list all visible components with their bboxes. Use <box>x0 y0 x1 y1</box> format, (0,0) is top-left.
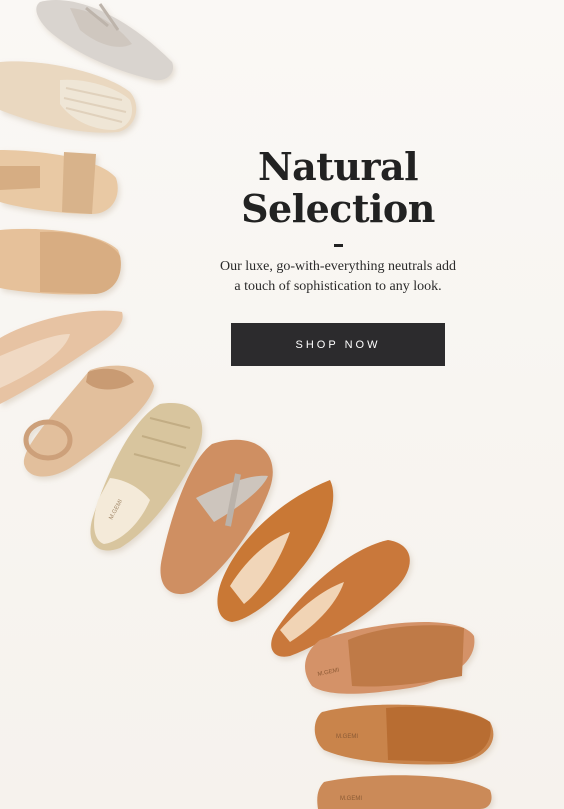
shoe-arc-illustration: M.GEMI M.GEMI M.GEMI M.GEMI <box>0 0 494 809</box>
hero-copy: Natural Selection Our luxe, go-with-ever… <box>214 146 462 366</box>
shoe-beige-sandal <box>0 150 118 214</box>
shoe-bottom-sandal: M.GEMI <box>317 775 492 809</box>
hero-subtitle-line1: Our luxe, go-with-everything neutrals ad… <box>220 259 456 274</box>
hero-subtitle: Our luxe, go-with-everything neutrals ad… <box>214 257 462 297</box>
svg-text:M.GEMI: M.GEMI <box>336 734 358 740</box>
shoe-tan-slide <box>0 228 121 295</box>
hero-title-line1: Natural <box>257 144 419 189</box>
hero-title-line2: Selection <box>241 186 435 231</box>
title-divider <box>333 244 343 247</box>
svg-text:M.GEMI: M.GEMI <box>340 796 362 802</box>
shoe-cognac-mule: M.GEMI <box>314 704 494 765</box>
shop-now-button[interactable]: SHOP NOW <box>231 323 445 366</box>
email-banner: M.GEMI M.GEMI M.GEMI M.GEMI Natural Sele… <box>0 0 564 809</box>
hero-title: Natural Selection <box>214 146 462 230</box>
shoe-woven-slip-on <box>0 61 137 133</box>
hero-subtitle-line2: a touch of sophistication to any look. <box>234 279 442 294</box>
